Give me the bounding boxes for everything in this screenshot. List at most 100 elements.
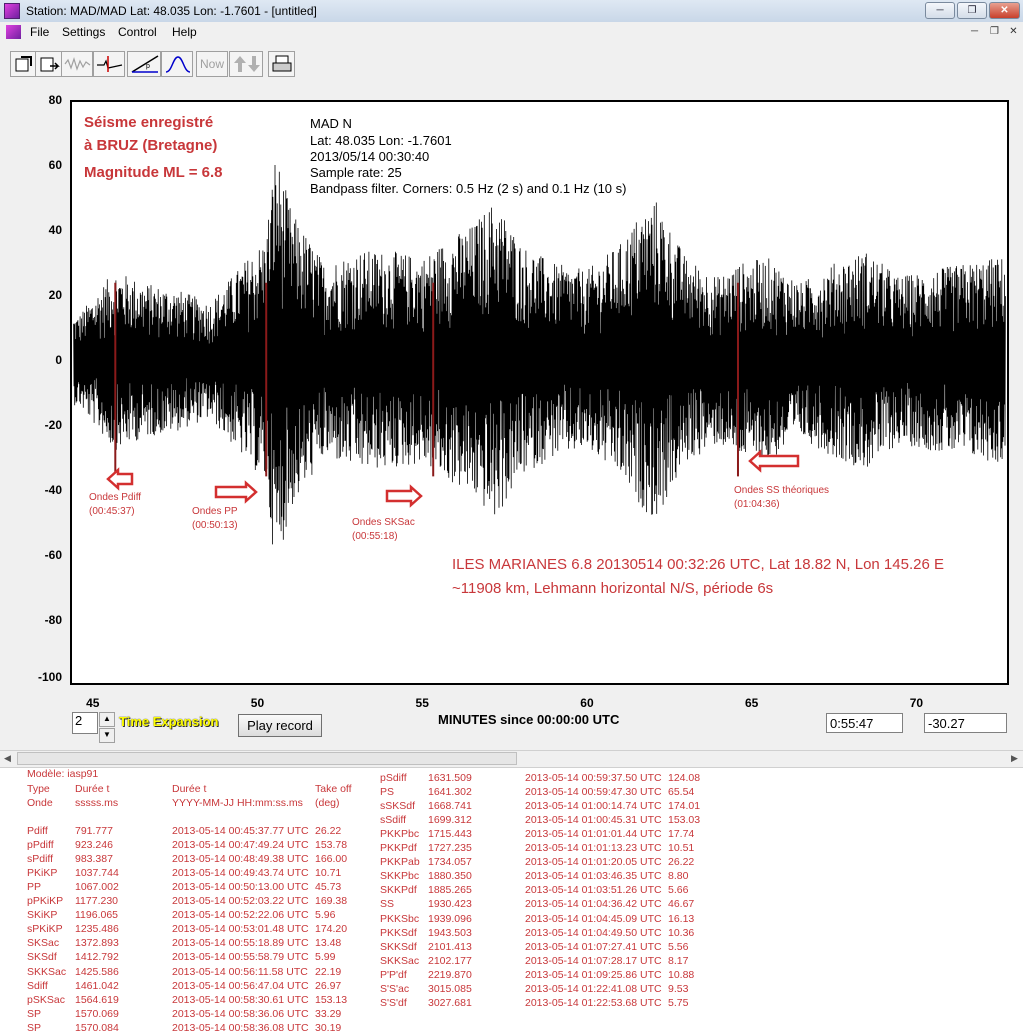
arrival-datetime: 2013-05-14 01:04:49.50 UTC [525, 926, 662, 939]
travel-time: 1885.265 [428, 884, 472, 897]
info-datetime: 2013/05/14 00:30:40 [310, 149, 430, 164]
phase-name: SKKSac [380, 954, 420, 967]
takeoff-angle: 65.54 [668, 786, 695, 799]
time-readout: 0:55:47 [826, 713, 903, 733]
travel-time: 1177.230 [75, 895, 119, 908]
takeoff-angle: 10.88 [668, 968, 695, 981]
spectrum-button[interactable]: p [127, 51, 161, 77]
pick-button[interactable] [93, 51, 125, 77]
model-label: Modèle: iasp91 [27, 768, 99, 780]
y-tick-label: -60 [44, 548, 62, 562]
close-button[interactable]: ✕ [989, 2, 1020, 19]
title-line-3: Magnitude ML = 6.8 [84, 164, 223, 181]
arrival-datetime: 2013-05-14 00:48:49.38 UTC [172, 853, 309, 866]
mdi-restore-button[interactable]: ❐ [986, 24, 1003, 39]
takeoff-angle: 13.48 [315, 937, 342, 950]
spin-up-icon[interactable]: ▲ [99, 712, 115, 727]
takeoff-angle: 153.13 [315, 993, 348, 1006]
phase-name: SKKSdf [380, 940, 417, 953]
now-button[interactable]: Now [196, 51, 228, 77]
phase-name: PKiKP [27, 867, 58, 880]
x-tick-label: 50 [250, 696, 265, 710]
arrival-datetime: 2013-05-14 01:01:20.05 UTC [525, 856, 662, 869]
header-takeoff-unit: (deg) [315, 797, 340, 809]
arrival-datetime: 2013-05-14 00:45:37.77 UTC [172, 825, 309, 837]
event-line-1: ILES MARIANES 6.8 20130514 00:32:26 UTC,… [452, 556, 944, 573]
play-record-button[interactable]: Play record [238, 714, 322, 737]
info-filter: Bandpass filter. Corners: 0.5 Hz (2 s) a… [310, 181, 627, 196]
save-file-button[interactable] [35, 51, 64, 77]
travel-time: 3015.085 [428, 982, 472, 995]
arrival-datetime: 2013-05-14 01:04:45.09 UTC [525, 912, 662, 925]
waveform-button[interactable] [61, 51, 93, 77]
spectrum-icon: p [131, 55, 159, 73]
x-tick-label: 70 [909, 696, 924, 710]
travel-time: 2101.413 [428, 940, 472, 953]
takeoff-angle: 10.36 [668, 926, 695, 939]
document-icon[interactable] [6, 25, 21, 39]
arrival-datetime: 2013-05-14 01:00:45.31 UTC [525, 814, 662, 827]
arrival-datetime: 2013-05-14 01:03:51.26 UTC [525, 884, 662, 897]
y-tick-label: 60 [48, 158, 62, 172]
takeoff-angle: 153.03 [668, 814, 701, 827]
y-tick-label: 0 [55, 353, 62, 367]
arrival-datetime: 2013-05-14 01:00:14.74 UTC [525, 800, 662, 813]
print-button[interactable] [268, 51, 295, 77]
phase-name: SP [27, 1007, 42, 1020]
header-takeoff: Take off [315, 783, 352, 795]
horizontal-scrollbar[interactable]: ◀ ▶ [0, 750, 1023, 768]
arrival-datetime: 2013-05-14 00:55:18.89 UTC [172, 937, 309, 950]
phase-name: PKKPab [380, 856, 420, 869]
phase-name: Pdiff [27, 825, 48, 837]
open-file-icon [15, 56, 32, 72]
travel-time: 983.387 [75, 853, 113, 866]
y-tick-label: -20 [44, 418, 62, 432]
filter-button[interactable] [161, 51, 193, 77]
travel-time: 1196.065 [75, 909, 119, 922]
takeoff-angle: 8.17 [668, 954, 689, 967]
scroll-left-icon[interactable]: ◀ [4, 753, 11, 764]
minimize-button[interactable]: ─ [925, 2, 955, 19]
takeoff-angle: 9.53 [668, 982, 689, 995]
app-icon [4, 3, 20, 19]
arrival-datetime: 2013-05-14 01:22:41.08 UTC [525, 982, 662, 995]
takeoff-angle: 45.73 [315, 881, 342, 894]
x-axis-label: MINUTES since 00:00:00 UTC [438, 712, 620, 727]
takeoff-angle: 5.96 [315, 909, 336, 922]
y-tick-label: -40 [44, 483, 62, 497]
scrollbar-thumb[interactable] [17, 752, 517, 765]
phase-name: PKKSbc [380, 912, 420, 925]
menu-control[interactable]: Control [118, 25, 157, 39]
printer-icon [272, 55, 292, 72]
phase-name: PKKSdf [380, 926, 417, 939]
maximize-button[interactable]: ❐ [957, 2, 987, 19]
menu-settings[interactable]: Settings [62, 25, 105, 39]
phase-name: SKSac [27, 937, 60, 950]
travel-time: 1668.741 [428, 800, 472, 813]
travel-time: 923.246 [75, 839, 113, 852]
annotation-pdiff-time: (00:45:37) [89, 506, 135, 517]
y-tick-label: -100 [37, 670, 62, 684]
arrival-datetime: 2013-05-14 01:22:53.68 UTC [525, 996, 662, 1009]
menu-help[interactable]: Help [172, 25, 197, 39]
scroll-updown-button[interactable] [229, 51, 263, 77]
phase-name: P'P'df [380, 968, 407, 981]
spin-down-icon[interactable]: ▼ [99, 728, 115, 743]
annotation-sksac-label: Ondes SKSac [352, 517, 415, 528]
mdi-close-button[interactable]: ✕ [1005, 24, 1022, 39]
mdi-minimize-button[interactable]: ─ [966, 24, 983, 39]
takeoff-angle: 169.38 [315, 895, 348, 908]
svg-text:p: p [146, 63, 150, 70]
arrival-datetime: 2013-05-14 00:58:30.61 UTC [172, 993, 309, 1006]
phase-name: pPdiff [27, 839, 54, 852]
y-tick-label: 40 [48, 223, 62, 237]
annotation-pp-time: (00:50:13) [192, 520, 238, 531]
menu-file[interactable]: File [30, 25, 49, 39]
arrival-datetime: 2013-05-14 00:56:47.04 UTC [172, 979, 309, 992]
up-down-arrows-icon [234, 56, 260, 72]
scroll-right-icon[interactable]: ▶ [1011, 753, 1018, 764]
arrival-datetime: 2013-05-14 01:07:28.17 UTC [525, 954, 662, 967]
travel-time: 1715.443 [428, 828, 472, 841]
travel-time: 1461.042 [75, 979, 119, 992]
time-expansion-input[interactable]: 2 [72, 712, 98, 734]
